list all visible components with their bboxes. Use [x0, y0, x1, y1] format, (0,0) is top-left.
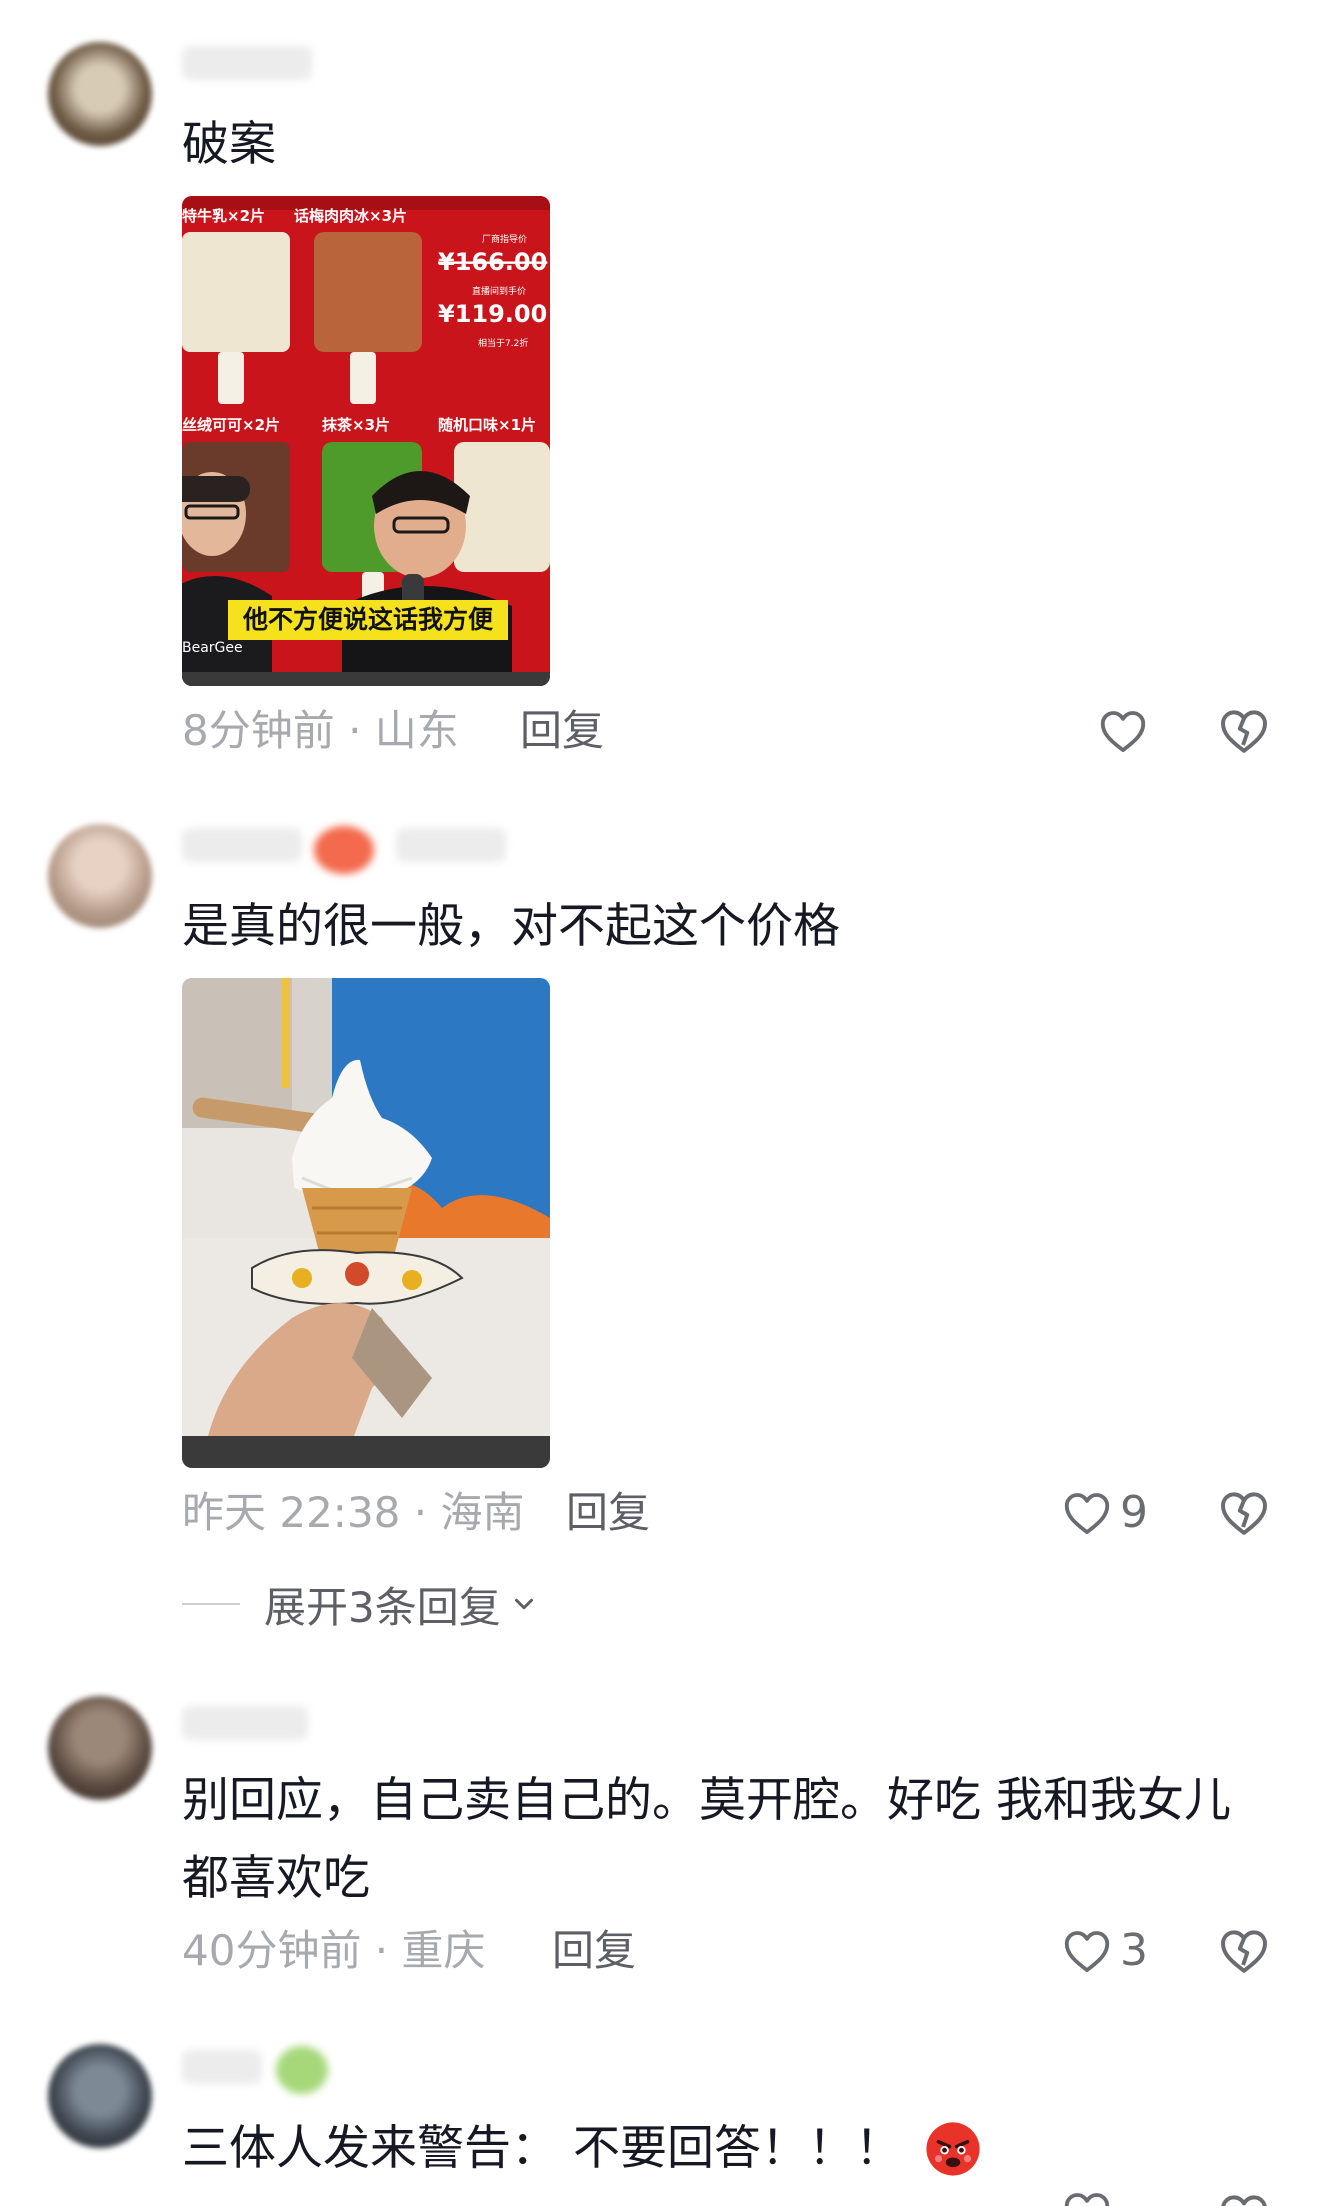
image-caption: 他不方便说这话我方便 — [242, 605, 494, 634]
heart-icon — [1064, 1931, 1110, 1973]
comment-time-location: 40分钟前 · 重庆 — [182, 1926, 486, 1975]
comment-text: 是真的很一般，对不起这个价格 — [182, 899, 840, 954]
label-mid-left: 丝绒可可×2片 — [182, 416, 280, 434]
expand-replies-button[interactable]: 展开3条回复 — [182, 1574, 539, 1634]
username-extra — [396, 828, 506, 862]
comment-time-location: 8分钟前 · 山东 — [182, 706, 459, 755]
heart-icon — [1100, 711, 1146, 753]
like-button[interactable] — [1060, 2186, 1114, 2206]
label-discount: 相当于7.2折 — [478, 337, 528, 349]
comment-text-body: 三体人发来警告： 不要回答！！！ — [182, 2121, 902, 2176]
label-mid-right: 随机口味×1片 — [438, 416, 536, 434]
broken-heart-icon — [1221, 2195, 1267, 2206]
like-count: 9 — [1120, 1487, 1148, 1538]
avatar[interactable] — [48, 1696, 152, 1800]
label-top-left: 特牛乳×2片 — [182, 207, 265, 225]
label-price-old: ¥166.00 — [438, 248, 547, 276]
comment-text: 破案 — [182, 117, 276, 172]
like-count: 3 — [1120, 1925, 1148, 1976]
comment-time-location: 昨天 22:38 · 海南 — [182, 1488, 525, 1537]
label-mid-mid: 抹茶×3片 — [322, 416, 390, 434]
heart-icon — [1064, 2193, 1110, 2206]
avatar[interactable] — [48, 2044, 152, 2148]
comment-text: 别回应，自己卖自己的。莫开腔。好吃 我和我女儿都喜欢吃 — [182, 1773, 1231, 1906]
label-top-mid: 话梅肉肉冰×3片 — [294, 207, 407, 225]
angry-face-icon — [926, 2122, 980, 2176]
like-button[interactable]: 3 — [1060, 1921, 1148, 1981]
reply-button[interactable]: 回复 — [552, 1921, 636, 1981]
username[interactable] — [182, 828, 302, 862]
expand-replies-label: 展开3条回复 — [264, 1582, 501, 1632]
heart-icon — [1064, 1493, 1110, 1535]
label-brand: BearGee — [182, 640, 243, 656]
broken-heart-icon — [1221, 1930, 1267, 1973]
avatar[interactable] — [48, 824, 152, 928]
label-price-tag: 厂商指导价 — [482, 233, 527, 245]
dislike-button[interactable] — [1216, 1485, 1272, 1541]
label-price-live: 直播间到手价 — [472, 285, 526, 297]
username[interactable] — [182, 1706, 308, 1740]
chevron-down-icon — [514, 1598, 533, 1610]
comment-image[interactable] — [182, 978, 550, 1468]
comment-text: 三体人发来警告： 不要回答！！！ — [182, 2110, 1262, 2188]
user-badge — [276, 2046, 328, 2094]
broken-heart-icon — [1221, 1492, 1267, 1535]
label-price-new: ¥119.00 — [438, 300, 547, 328]
divider-line — [182, 1603, 240, 1605]
dislike-button[interactable] — [1216, 2188, 1272, 2206]
username[interactable] — [182, 46, 312, 80]
user-badge — [314, 826, 374, 874]
like-button[interactable]: 9 — [1060, 1483, 1148, 1543]
like-button[interactable] — [1096, 701, 1150, 761]
broken-heart-icon — [1221, 710, 1267, 753]
dislike-button[interactable] — [1216, 1923, 1272, 1979]
username[interactable] — [182, 2050, 262, 2084]
dislike-button[interactable] — [1216, 703, 1272, 759]
reply-button[interactable]: 回复 — [520, 701, 604, 761]
reply-button[interactable]: 回复 — [566, 1483, 650, 1543]
comment-image[interactable]: 特牛乳×2片 话梅肉肉冰×3片 厂商指导价 ¥166.00 直播间到手价 ¥11… — [182, 196, 550, 686]
avatar[interactable] — [48, 42, 152, 146]
